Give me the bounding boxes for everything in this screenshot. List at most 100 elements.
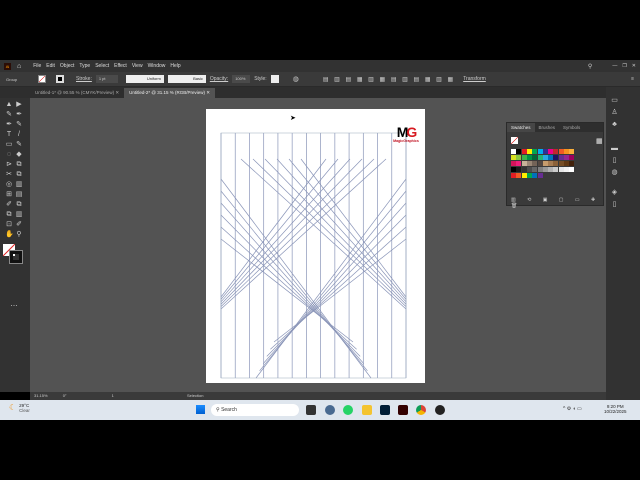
path-line[interactable] — [220, 214, 361, 357]
swatch[interactable] — [537, 161, 543, 166]
path-line[interactable] — [220, 238, 354, 343]
swatch[interactable] — [516, 167, 522, 172]
swatch[interactable] — [558, 155, 564, 160]
swatch[interactable] — [537, 167, 543, 172]
clock[interactable]: 9:20 PM 10/22/2025 — [604, 404, 627, 414]
swatch[interactable] — [516, 155, 522, 160]
path-line[interactable] — [266, 214, 407, 357]
task-view-icon[interactable] — [306, 405, 316, 415]
swatch[interactable] — [532, 149, 538, 154]
menu-edit[interactable]: Edit — [46, 63, 55, 69]
align-icons[interactable]: ▤ ▥ ▤ ▦ ▥ ▦ ▤ ▥ ▤ ▦ ▥ ▦ — [323, 76, 455, 83]
swatch[interactable] — [516, 149, 522, 154]
panel-footer-icons[interactable]: ▥ ⟲ ▣ ▢ ▭ ✚ 🗑 — [511, 197, 603, 209]
swatch[interactable] — [569, 155, 575, 160]
tool-icon[interactable]: ✎ — [15, 121, 23, 129]
swatch[interactable] — [558, 149, 564, 154]
tool-icon[interactable]: ✐ — [5, 201, 13, 209]
tool-icon[interactable]: ✒ — [5, 121, 13, 129]
search-box[interactable]: ⚲ Search — [211, 404, 299, 416]
swatch[interactable] — [548, 149, 554, 154]
search-icon[interactable]: ⚲ — [588, 63, 592, 70]
menu-file[interactable]: File — [33, 63, 41, 69]
swatch[interactable] — [521, 161, 527, 166]
panel-icon[interactable]: ▭ — [610, 97, 619, 104]
swatch[interactable] — [564, 167, 569, 172]
panel-icon[interactable]: ♣ — [610, 121, 619, 128]
panel-icon[interactable]: ▯ — [610, 201, 619, 208]
brush-dropdown[interactable]: Basic — [167, 75, 206, 83]
tool-icon[interactable]: ✋ — [5, 231, 14, 239]
swatch[interactable] — [526, 173, 532, 178]
tool-icon[interactable]: ⧉ — [15, 171, 23, 179]
swatch[interactable] — [526, 167, 532, 172]
profile-dropdown[interactable]: Uniform — [125, 75, 164, 83]
style-swatch[interactable] — [270, 75, 279, 83]
tab-brushes[interactable]: Brushes — [535, 123, 560, 132]
swatch[interactable] — [553, 167, 559, 172]
tool-icon[interactable]: ▶ — [15, 101, 23, 109]
tool-icon[interactable]: ✎ — [15, 141, 23, 149]
swatch[interactable] — [569, 149, 575, 154]
menu-effect[interactable]: Effect — [114, 63, 127, 69]
restore-button[interactable]: ❐ — [622, 63, 626, 69]
fill-swatch[interactable] — [38, 75, 46, 83]
stroke-label[interactable]: Stroke: — [76, 76, 92, 82]
tool-icon[interactable]: ✂ — [5, 171, 13, 179]
rotation[interactable]: 0° — [63, 393, 67, 398]
swatch[interactable] — [553, 161, 559, 166]
menu-help[interactable]: Help — [170, 63, 180, 69]
tab-untitled-1[interactable]: Untitled-1* @ 90.55 % (CMYK/Preview) ✕ — [30, 88, 124, 98]
swatch[interactable] — [558, 167, 564, 172]
swatch[interactable] — [526, 155, 532, 160]
swatch[interactable] — [511, 155, 516, 160]
tool-icon[interactable]: ▥ — [15, 211, 23, 219]
swatch[interactable] — [532, 161, 538, 166]
fill-stroke-indicator[interactable] — [511, 137, 518, 144]
menu-type[interactable]: Type — [79, 63, 90, 69]
line-artwork[interactable] — [206, 109, 425, 383]
swatch[interactable] — [511, 173, 516, 178]
opacity-field[interactable]: 100% — [232, 75, 251, 83]
app-icon[interactable] — [435, 405, 445, 415]
swatch[interactable] — [511, 149, 516, 154]
path-line[interactable] — [240, 158, 407, 310]
tool-icon[interactable]: ⧉ — [15, 161, 23, 169]
tool-icon[interactable]: ✐ — [15, 221, 23, 229]
swatch[interactable] — [548, 161, 554, 166]
swatch[interactable] — [548, 155, 554, 160]
tool-icon[interactable]: ▥ — [15, 181, 23, 189]
system-tray[interactable]: ^ ⚙ ◖ ▭ — [563, 406, 582, 412]
tool-icon[interactable]: ▲ — [5, 101, 13, 109]
tab-untitled-2[interactable]: Untitled-2* @ 31.15 % (RGB/Preview) ✕ — [124, 88, 216, 98]
chrome-icon[interactable] — [416, 405, 426, 415]
tool-icon[interactable]: ⊞ — [5, 191, 13, 199]
panel-icon[interactable]: ▬ — [610, 145, 619, 152]
close-button[interactable]: ✕ — [632, 63, 636, 69]
tool-icon[interactable]: ◎ — [5, 181, 13, 189]
swatch[interactable] — [542, 155, 548, 160]
swatch[interactable] — [526, 161, 532, 166]
artboard[interactable]: MG MagicGraphics — [206, 109, 425, 383]
tool-icon[interactable]: ▤ — [15, 191, 23, 199]
tool-icon[interactable]: / — [15, 131, 23, 139]
swatch[interactable] — [532, 173, 538, 178]
opacity-label[interactable]: Opacity: — [210, 76, 228, 82]
path-line[interactable] — [273, 238, 407, 343]
tab-symbols[interactable]: Symbols — [559, 123, 584, 132]
swatch[interactable] — [542, 167, 548, 172]
stroke-color-icon[interactable] — [9, 250, 23, 264]
swatch[interactable] — [511, 161, 516, 166]
panel-icon[interactable]: ◍ — [610, 169, 619, 176]
swatch[interactable] — [569, 161, 575, 166]
stroke-swatch[interactable] — [56, 75, 64, 83]
tool-icon[interactable]: T — [5, 131, 13, 139]
swatch[interactable] — [542, 161, 548, 166]
panel-icon[interactable]: ♙ — [610, 109, 619, 116]
swatch[interactable] — [537, 155, 543, 160]
tool-icon[interactable]: ⧉ — [15, 201, 23, 209]
swatch[interactable] — [532, 167, 538, 172]
tool-icon[interactable]: ⚲ — [15, 231, 23, 239]
swatch[interactable] — [564, 161, 569, 166]
swatch[interactable] — [537, 149, 543, 154]
